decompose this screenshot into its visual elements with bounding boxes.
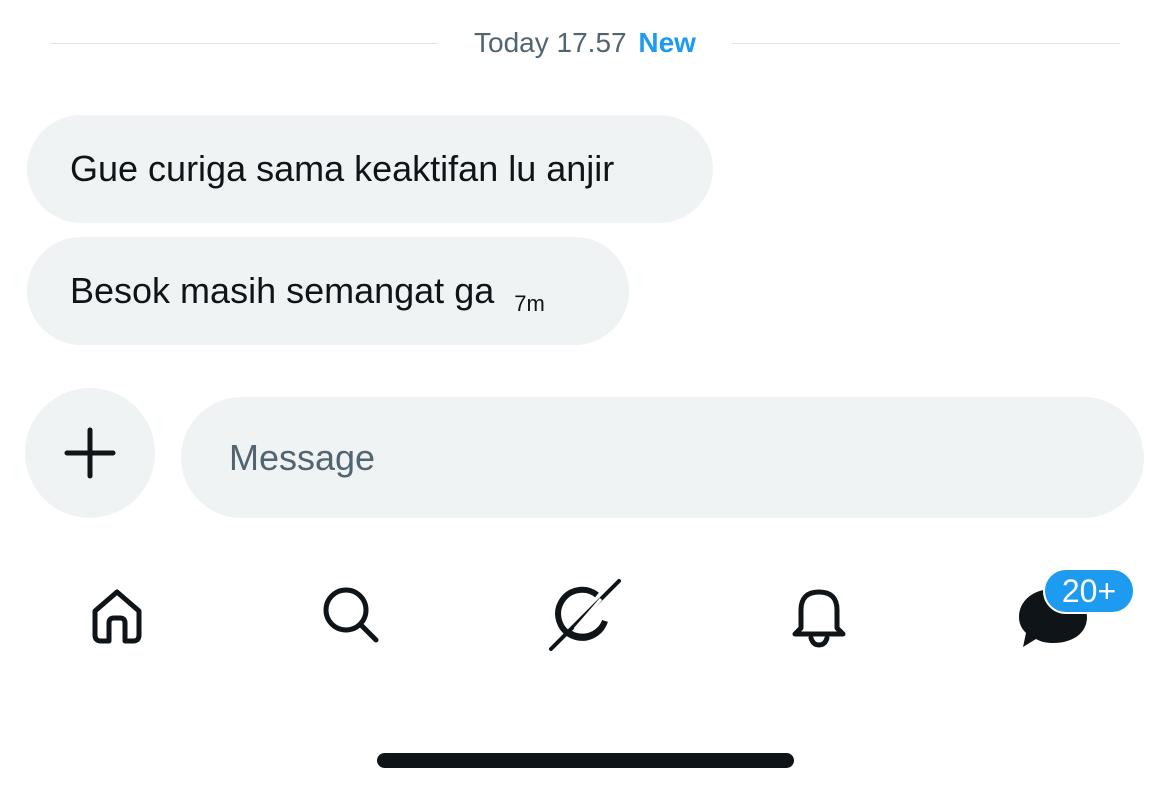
divider-line-left bbox=[50, 42, 439, 44]
date-divider: Today 17.57 New bbox=[50, 22, 1120, 64]
date-label: Today 17.57 bbox=[474, 27, 627, 58]
add-attachment-button[interactable] bbox=[25, 388, 155, 518]
date-divider-label: Today 17.57 New bbox=[438, 27, 732, 59]
home-indicator bbox=[377, 753, 794, 768]
message-text: Gue curiga sama keaktifan lu anjir bbox=[70, 148, 615, 189]
message-bubble[interactable]: Gue curiga sama keaktifan lu anjir bbox=[27, 115, 713, 223]
nav-grok-button[interactable] bbox=[545, 575, 625, 655]
message-bubble[interactable]: Besok masih semangat ga 7m bbox=[27, 237, 629, 345]
home-icon bbox=[92, 589, 142, 644]
bell-icon bbox=[792, 589, 846, 648]
search-icon bbox=[323, 587, 379, 643]
grok-icon bbox=[549, 579, 621, 651]
message-text: Besok masih semangat ga bbox=[70, 270, 495, 311]
message-timestamp: 7m bbox=[514, 291, 545, 316]
dm-conversation-screen: Today 17.57 New Gue curiga sama keaktifa… bbox=[0, 0, 1170, 792]
message-input[interactable]: Message bbox=[181, 397, 1144, 518]
nav-search-button[interactable] bbox=[311, 575, 391, 655]
divider-line-right bbox=[731, 42, 1120, 44]
message-input-placeholder: Message bbox=[229, 436, 376, 478]
new-label: New bbox=[638, 27, 696, 58]
plus-icon bbox=[64, 427, 116, 479]
nav-notifications-button[interactable] bbox=[779, 575, 859, 655]
nav-home-button[interactable] bbox=[77, 575, 157, 655]
messages-count-badge: 20+ bbox=[1043, 568, 1135, 614]
